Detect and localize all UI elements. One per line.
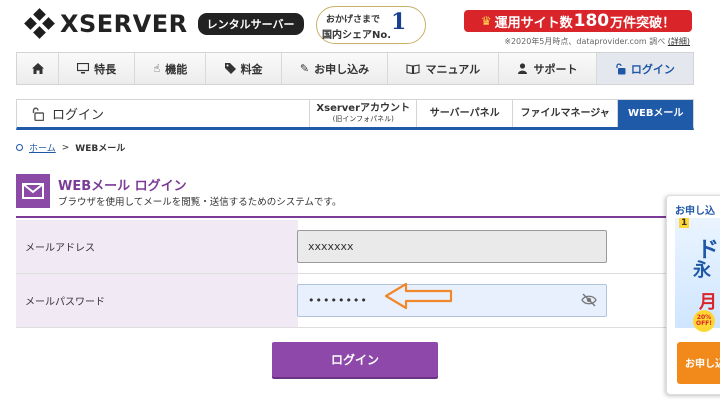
nav-login[interactable]: ログイン [596,53,693,84]
breadcrumb-home[interactable]: ホーム [29,141,56,154]
book-icon [406,63,421,74]
side-ad-off-badge: 20% OFF! [693,310,715,332]
promo-banner[interactable]: ♛ 運用サイト数 180 万件突破！ [464,10,692,32]
promo-prefix: 運用サイト数 [494,15,573,31]
logo-text: XSERVER [60,10,188,38]
nav-home[interactable] [17,53,59,84]
email-field[interactable] [297,230,607,263]
login-subnav: ログイン Xserverアカウント (旧インフォパネル) サーバーパネル ファイル… [16,99,694,130]
breadcrumb: ホーム > WEBメール [16,141,125,154]
mail-icon [16,174,50,208]
tag-icon [224,63,236,74]
tab-webmail[interactable]: WEBメール [617,100,693,127]
subnav-title: ログイン [17,100,309,127]
home-icon [31,63,44,74]
side-ad-banner[interactable]: お申し込 1 ド 永 月 20% OFF! お申し込 [666,195,720,395]
nav-pricing[interactable]: 料金 [206,53,282,84]
rental-server-badge: レンタルサーバー [197,13,304,35]
logo-mark-icon [24,8,55,39]
monitor-icon [77,63,90,74]
password-row: メールパスワード [16,274,672,328]
person-icon [518,63,528,74]
nav-support[interactable]: サポート [499,53,597,84]
award-no1: 1 [391,9,407,35]
nav-functions[interactable]: ☝ 機能 [135,53,207,84]
email-label: メールアドレス [16,220,298,273]
orange-arrow-annotation-icon [384,282,453,310]
side-ad-body: 1 ド 永 月 20% OFF! [675,218,720,332]
breadcrumb-separator: > [61,142,70,153]
nav-features[interactable]: 特長 [59,53,136,84]
tab-file-manager[interactable]: ファイルマネージャ [511,100,617,127]
email-row: メールアドレス [16,220,672,274]
login-button[interactable]: ログイン [272,342,438,377]
password-label: メールパスワード [16,274,298,327]
unlock-icon [32,107,44,121]
pencil-icon: ✎ [299,62,310,75]
promo-suffix: 万件突破！ [610,15,676,31]
eye-slash-icon[interactable] [581,293,597,307]
award-line1: おかげさまで [326,15,381,25]
page-title: WEBメール ログイン [58,179,187,194]
award-badge: おかげさまで 国内シェアNo. 1 [316,6,426,44]
xserver-logo[interactable]: XSERVER レンタルサーバー [24,8,304,39]
nav-manual[interactable]: マニュアル [388,53,500,84]
crown-icon: ♛ [480,14,492,28]
award-line2: 国内シェアNo. [322,30,392,41]
tab-xserver-account[interactable]: Xserverアカウント (旧インフォパネル) [309,100,416,127]
unlock-icon [616,62,626,74]
breadcrumb-bullet-icon [16,144,23,151]
pointer-icon: ☝ [153,62,161,75]
promo-details-link[interactable]: (詳細) [668,37,690,46]
tab-server-panel[interactable]: サーバーパネル [416,100,512,127]
side-ad-apply-button[interactable]: お申し込 [677,342,720,384]
promo-number: 180 [573,11,610,31]
page-subtitle: ブラウザを使用してメールを閲覧・送信するためのシステムです。 [58,197,342,208]
promo-note: ※2020年5月時点、dataprovider.com 調べ (詳細) [504,37,690,46]
breadcrumb-current: WEBメール [75,144,126,154]
side-ad-head: お申し込 [675,206,715,217]
page-heading: WEBメール ログイン ブラウザを使用してメールを閲覧・送信するためのシステムで… [16,172,672,218]
global-nav: 特長 ☝ 機能 料金 ✎ お申し込み マニュアル サポート ログイン [16,52,694,85]
login-form: メールアドレス メールパスワード [16,220,672,328]
nav-apply[interactable]: ✎ お申し込み [282,53,389,84]
